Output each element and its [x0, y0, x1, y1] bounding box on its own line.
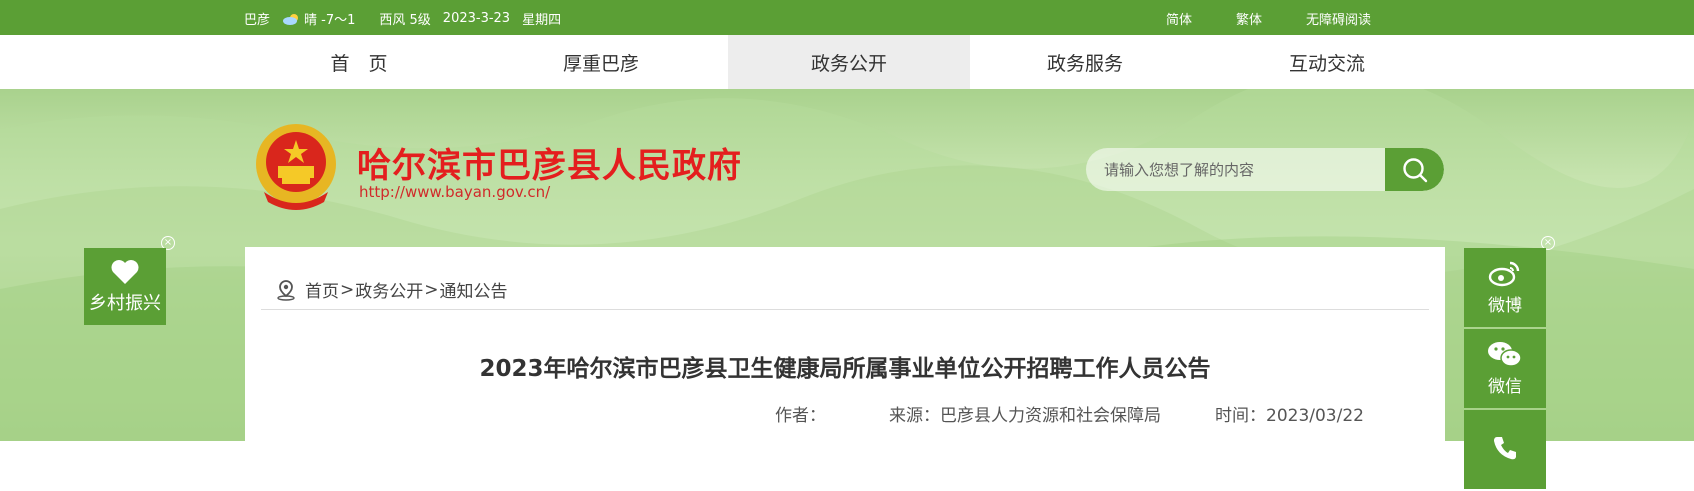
- traditional-chinese-link[interactable]: 繁体: [1236, 9, 1262, 28]
- wechat-button[interactable]: 微信: [1464, 329, 1546, 408]
- date-text: 2023-3-23: [442, 11, 511, 26]
- breadcrumb: 首页 > 政务公开 > 通知公告: [275, 277, 508, 302]
- location-label: 巴彦: [244, 13, 271, 28]
- phone-icon: [1494, 436, 1516, 459]
- breadcrumb-government-affairs[interactable]: 政务公开: [355, 277, 423, 302]
- site-url[interactable]: http://www.bayan.gov.cn/: [359, 183, 550, 201]
- site-title: 哈尔滨市巴彦县人民政府: [357, 146, 742, 186]
- cloud-sun-icon: [283, 13, 299, 25]
- nav-item-government-affairs[interactable]: 政务公开: [728, 35, 970, 89]
- right-float-panel: 微博 微信: [1464, 248, 1546, 491]
- simplified-chinese-link[interactable]: 简体: [1166, 9, 1192, 28]
- breadcrumb-separator: >: [424, 279, 439, 300]
- divider: [261, 309, 1429, 310]
- rural-revitalization-label: 乡村振兴: [89, 292, 161, 314]
- wechat-icon: [1488, 342, 1522, 367]
- main-nav: 首 页 厚重巴彦 政务公开 政务服务 互动交流: [0, 35, 1694, 89]
- phone-button[interactable]: [1464, 410, 1546, 489]
- weibo-icon: [1488, 261, 1520, 287]
- weibo-label: 微博: [1488, 296, 1522, 316]
- article-source: 来源：巴彦县人力资源和社会保障局: [889, 406, 1161, 426]
- search-box: [1086, 148, 1444, 191]
- article-author: 作者：: [775, 406, 826, 426]
- search-button[interactable]: [1385, 148, 1444, 191]
- nav-item-government-services[interactable]: 政务服务: [964, 35, 1206, 89]
- wind-text: 西风 5级: [379, 13, 431, 28]
- rural-revitalization-button[interactable]: 乡村振兴: [84, 248, 166, 325]
- accessibility-link[interactable]: 无障碍阅读: [1306, 9, 1371, 28]
- breadcrumb-home[interactable]: 首页: [305, 277, 339, 302]
- national-emblem-logo: [256, 124, 336, 210]
- nav-item-interaction[interactable]: 互动交流: [1206, 35, 1448, 89]
- top-bar: 巴彦 晴 -7～1 西风 5级 2023-3-23 星期四 简体 繁体 无障碍阅…: [0, 0, 1694, 35]
- location-pin-icon: [277, 279, 295, 301]
- weather-info: 巴彦 晴 -7～1 西风 5级 2023-3-23 星期四: [244, 9, 573, 28]
- wechat-label: 微信: [1488, 377, 1522, 397]
- article-meta: 作者： 来源：巴彦县人力资源和社会保障局 时间：2023/03/22: [775, 401, 1364, 426]
- weekday-text: 星期四: [522, 13, 562, 28]
- weather-text: 晴 -7～1: [304, 13, 356, 28]
- top-links: 简体 繁体 无障碍阅读: [1166, 9, 1415, 28]
- article-time: 时间：2023/03/22: [1215, 406, 1364, 426]
- breadcrumb-separator: >: [340, 279, 355, 300]
- nav-item-heritage[interactable]: 厚重巴彦: [480, 35, 722, 89]
- weibo-button[interactable]: 微博: [1464, 248, 1546, 327]
- nav-item-home[interactable]: 首 页: [238, 35, 480, 89]
- weather: 晴 -7～1: [282, 9, 355, 28]
- breadcrumb-notices[interactable]: 通知公告: [440, 277, 508, 302]
- article-panel: 首页 > 政务公开 > 通知公告 2023年哈尔滨市巴彦县卫生健康局所属事业单位…: [245, 247, 1445, 447]
- search-input[interactable]: [1086, 148, 1384, 191]
- heart-icon: [111, 259, 139, 284]
- article-title: 2023年哈尔滨市巴彦县卫生健康局所属事业单位公开招聘工作人员公告: [479, 356, 1211, 382]
- search-icon: [1402, 157, 1427, 182]
